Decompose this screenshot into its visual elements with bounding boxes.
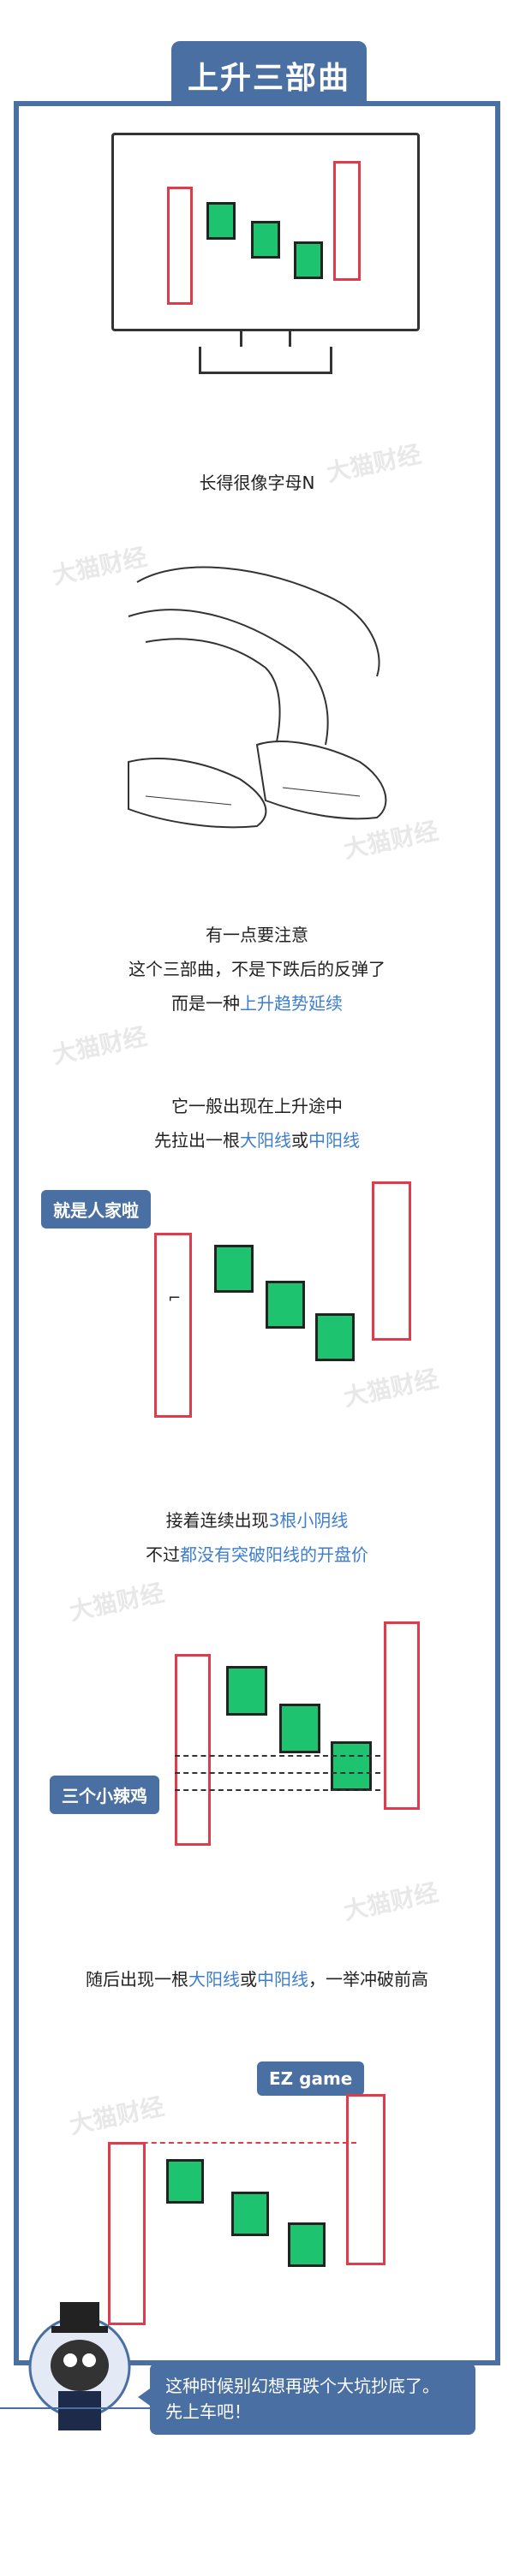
para4-prefix2: 不过: [146, 1544, 180, 1565]
candle-green-small: [166, 2159, 204, 2204]
para3-line1: 它一般出现在上升途中: [171, 1096, 343, 1116]
candle-green-small: [214, 1245, 254, 1293]
candle-green-small: [206, 202, 236, 240]
candle-green-small: [288, 2222, 326, 2267]
para5-hl2: 中阳线: [257, 1969, 308, 1990]
para3-prefix: 先拉出一根: [154, 1130, 240, 1151]
page-title: 上升三部曲: [171, 41, 367, 110]
dashed-line: [175, 1789, 380, 1791]
candle-red-big: [333, 161, 361, 281]
footer-speech-bubble: 这种时候别幻想再跌个大坑抄底了。 先上车吧！: [138, 2363, 475, 2435]
candle-red-big: [384, 1621, 420, 1810]
candle-green-small: [251, 221, 280, 259]
dashed-line-prev-high: [108, 2142, 356, 2144]
para3-mid: 或: [291, 1130, 308, 1151]
candle-red-big: [167, 187, 193, 305]
para5-prefix: 随后出现一根: [86, 1969, 188, 1990]
para5-suffix: ，一举冲破前高: [308, 1969, 428, 1990]
candle-green-small: [331, 1741, 372, 1791]
bubble-three-small: 三个小辣鸡: [50, 1776, 159, 1814]
para4-hl: 3根小阴线: [268, 1510, 349, 1531]
candle-red-big: [175, 1654, 211, 1846]
face-icon: ⌐: [168, 1289, 182, 1307]
para2-line1: 有一点要注意: [206, 925, 308, 945]
para3-hl2: 中阳线: [308, 1130, 360, 1151]
candle-green-small: [231, 2192, 269, 2236]
para4-prefix: 接着连续出现: [165, 1510, 269, 1531]
candle-red-big: [346, 2094, 386, 2265]
caption-n-shape: 长得很像字母N: [199, 473, 315, 493]
para4-line1: 接着连续出现3根小阴线: [0, 1507, 514, 1534]
candle-green-small: [266, 1281, 305, 1329]
dashed-line: [175, 1755, 380, 1757]
para3-hl1: 大阳线: [240, 1130, 291, 1151]
monitor-base: [199, 347, 332, 374]
cat-avatar: [28, 2302, 131, 2430]
candle-green-small: [279, 1704, 320, 1753]
candle-green-small: [294, 241, 323, 279]
para2-prefix: 而是一种: [171, 993, 240, 1014]
para5-hl1: 大阳线: [188, 1969, 240, 1990]
footer-line1: 这种时候别幻想再跌个大坑抄底了。: [165, 2376, 439, 2396]
footer-divider: [0, 2407, 151, 2409]
candle-red-big: [372, 1181, 411, 1341]
candle-green-small: [226, 1666, 267, 1716]
bubble-ez-game: EZ game: [257, 2061, 365, 2096]
candle-red-big: [154, 1233, 192, 1418]
content-frame: [14, 101, 500, 2365]
para4-line2: 不过都没有突破阳线的开盘价: [0, 1541, 514, 1568]
dashed-line: [175, 1772, 380, 1774]
para4-hl2: 都没有突破阳线的开盘价: [180, 1544, 368, 1565]
para2-line2: 这个三部曲，不是下跌后的反弹了: [128, 959, 386, 979]
monitor-screen: [111, 133, 420, 331]
para2-highlight: 上升趋势延续: [240, 993, 343, 1014]
para5: 随后出现一根大阳线或中阳线，一举冲破前高: [0, 1966, 514, 1993]
candle-green-small: [315, 1313, 355, 1361]
para5-mid: 或: [240, 1969, 257, 1990]
footer-line2: 先上车吧！: [165, 2401, 251, 2422]
bubble-thats-me: 就是人家啦: [41, 1190, 151, 1229]
para2-line3: 而是一种上升趋势延续: [0, 990, 514, 1017]
legs-illustration: [128, 566, 387, 829]
para3-line2: 先拉出一根大阳线或中阳线: [0, 1127, 514, 1154]
